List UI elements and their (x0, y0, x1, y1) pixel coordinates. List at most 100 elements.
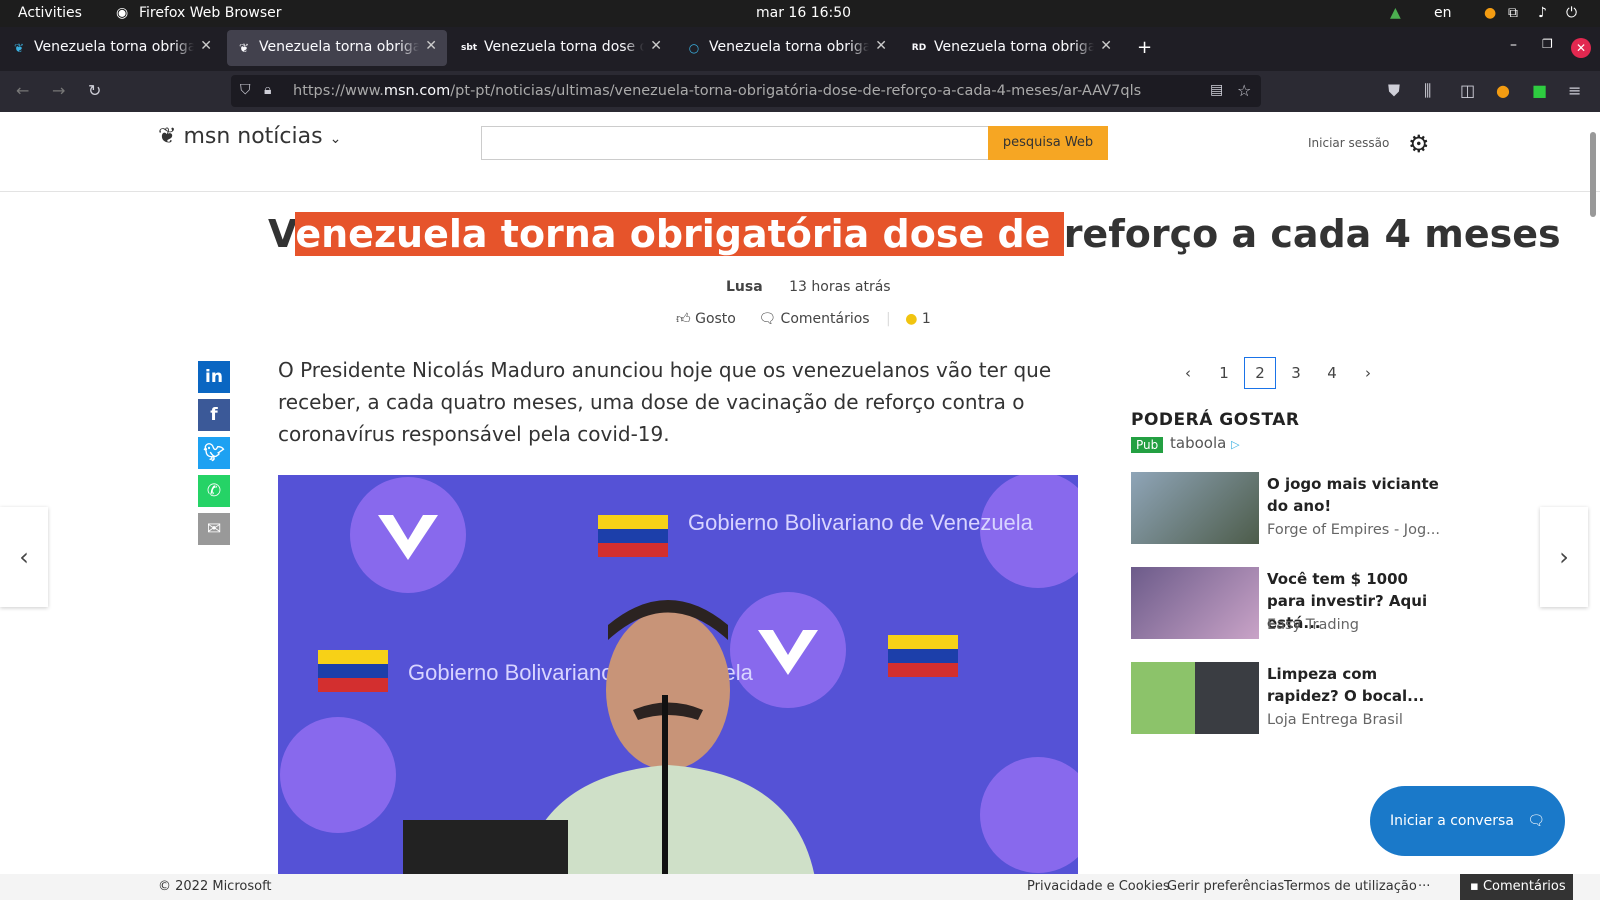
taboola-link[interactable]: taboola ▷ (1170, 434, 1240, 452)
search-web-button[interactable]: pesquisa Web (988, 126, 1108, 160)
next-article-button[interactable]: › (1540, 507, 1588, 607)
timestamp: 13 horas atrás (789, 279, 891, 295)
msn-icon: ❦ (13, 41, 25, 55)
author[interactable]: Lusa (726, 279, 763, 295)
circle-icon: ○ (688, 41, 700, 55)
article-photo: Gobierno Bolivariano de Venezuela Gobier… (278, 475, 1078, 900)
chevron-right-icon[interactable]: › (1352, 358, 1384, 390)
extension-green-icon[interactable]: ■ (1532, 81, 1547, 100)
ad-badge: Pub (1131, 437, 1164, 453)
power-icon[interactable]: ⏻ (1566, 5, 1577, 21)
pocket-icon[interactable]: ⛊ (1388, 81, 1400, 101)
facebook-share-button[interactable]: f (198, 399, 230, 431)
recommendation-image[interactable] (1131, 662, 1259, 734)
back-icon[interactable]: ← (16, 81, 29, 100)
whatsapp-share-button[interactable]: ✆ (198, 475, 230, 507)
clock[interactable]: mar 16 16:50 (756, 5, 851, 21)
update-icon[interactable]: ▲ (1390, 5, 1401, 21)
hamburger-menu-icon[interactable]: ≡ (1568, 81, 1581, 100)
photo-banner-text: Gobierno Bolivariano de Venezuela (688, 510, 1034, 535)
play-icon: ▷ (1231, 438, 1240, 451)
network-icon[interactable]: ⧉ (1508, 5, 1518, 21)
page-link-current[interactable]: 2 (1244, 357, 1276, 389)
recommendation-title[interactable]: Limpeza com rapidez? O bocal... (1267, 663, 1442, 707)
search-input[interactable] (481, 126, 990, 160)
preferences-link[interactable]: Gerir preferências (1167, 879, 1284, 894)
tab-title: Venezuela torna obrigatória (34, 39, 194, 55)
extension-icon[interactable]: ● (1496, 81, 1510, 100)
shield-icon[interactable]: ⛉ (240, 82, 251, 98)
email-icon: ✉ (206, 519, 222, 539)
tab-3[interactable]: sbt Venezuela torna dose de reforço ✕ (452, 30, 672, 66)
page-link[interactable]: 3 (1280, 358, 1312, 390)
navigation-bar: ← → ↻ ⛉ 🔒︎ https://www.msn.com/pt-pt/not… (0, 71, 1600, 112)
terms-link[interactable]: Termos de utilização (1284, 879, 1417, 894)
close-icon[interactable]: ✕ (875, 38, 887, 54)
scrollbar-thumb[interactable] (1590, 132, 1596, 217)
library-icon[interactable]: ⫼ (1424, 81, 1431, 101)
lock-icon[interactable]: 🔒︎ (264, 82, 271, 98)
article-body: O Presidente Nicolás Maduro anunciou hoj… (278, 358, 1052, 446)
url-bar[interactable]: ⛉ 🔒︎ https://www.msn.com/pt-pt/noticias/… (231, 75, 1261, 107)
more-link[interactable]: ··· (1418, 879, 1430, 894)
activities-button[interactable]: Activities (18, 5, 82, 21)
tab-4[interactable]: ○ Venezuela torna obrigatória ✕ (677, 30, 897, 66)
start-chat-button[interactable]: Iniciar a conversa 🗨︎ (1370, 786, 1565, 856)
notification-dot-icon[interactable]: ● (1484, 5, 1496, 21)
comment-icon: 🗨︎ (758, 311, 777, 327)
page-link[interactable]: 1 (1208, 358, 1240, 390)
restore-icon[interactable]: ❐ (1542, 37, 1553, 51)
recommendation-source[interactable]: Forge of Empires - Jog... (1267, 522, 1442, 538)
tab-title: Venezuela torna obrigatória (934, 39, 1094, 55)
article-headline: Venezuela torna obrigatória dose de refo… (268, 212, 1561, 256)
reactions-button[interactable]: ● 1 (905, 311, 931, 327)
chevron-left-icon[interactable]: ‹ (1172, 358, 1204, 390)
email-share-button[interactable]: ✉ (198, 513, 230, 545)
close-icon[interactable]: ✕ (200, 38, 212, 54)
byline: Lusa 13 horas atrás (726, 279, 891, 295)
bookmark-star-icon[interactable]: ☆ (1237, 81, 1251, 100)
new-tab-icon[interactable]: + (1137, 37, 1152, 58)
gear-icon[interactable]: ⚙ (1408, 130, 1430, 158)
chat-bubble-icon: 🗨︎ (1527, 813, 1546, 829)
tab-2[interactable]: ❦ Venezuela torna obrigatória ✕ (227, 30, 447, 66)
recommendation-source[interactable]: Easy Trading (1267, 617, 1442, 633)
article-actions: 👍︎ Gosto 🗨︎ Comentários | ● 1 (676, 311, 931, 327)
recommendation-title[interactable]: O jogo mais viciante do ano! (1267, 473, 1442, 517)
twitter-icon: 🐦︎ (203, 443, 225, 463)
like-button[interactable]: 👍︎ Gosto (676, 311, 736, 327)
twitter-share-button[interactable]: 🐦︎ (198, 437, 230, 469)
reload-icon[interactable]: ↻ (88, 81, 101, 100)
reader-view-icon[interactable]: ▤ (1210, 82, 1223, 98)
close-icon[interactable]: ✕ (1100, 38, 1112, 54)
volume-icon[interactable]: ♪ (1538, 5, 1547, 21)
msn-logo[interactable]: ❦ msn notícias ⌄ (158, 124, 341, 149)
close-icon[interactable]: ✕ (650, 38, 662, 54)
privacy-link[interactable]: Privacidade e Cookies (1027, 879, 1170, 894)
tab-5[interactable]: RD Venezuela torna obrigatória ✕ (902, 30, 1122, 66)
chevron-left-icon: ‹ (19, 543, 29, 571)
recommendation-source[interactable]: Loja Entrega Brasil (1267, 712, 1442, 728)
forward-icon[interactable]: → (52, 81, 65, 100)
url-text[interactable]: https://www.msn.com/pt-pt/noticias/ultim… (293, 83, 1141, 99)
close-window-icon[interactable]: ✕ (1571, 38, 1591, 58)
recommendations-heading: PODERÁ GOSTAR (1131, 410, 1300, 430)
recommendation-image[interactable] (1131, 567, 1259, 639)
language-indicator[interactable]: en (1434, 5, 1452, 21)
previous-article-button[interactable]: ‹ (0, 507, 48, 607)
app-menu[interactable]: Firefox Web Browser (139, 5, 282, 21)
page-link[interactable]: 4 (1316, 358, 1348, 390)
pagination: ‹ 1 2 3 4 › (1172, 357, 1388, 390)
close-icon[interactable]: ✕ (425, 38, 437, 54)
tab-1[interactable]: ❦ Venezuela torna obrigatória ✕ (2, 30, 222, 66)
rd-icon: RD (911, 43, 927, 53)
sidebar-icon[interactable]: ◫ (1460, 81, 1475, 100)
recommendation-image[interactable] (1131, 472, 1259, 544)
system-top-bar: Activities ◉ Firefox Web Browser mar 16 … (0, 0, 1600, 27)
linkedin-share-button[interactable]: in (198, 361, 230, 393)
comments-button[interactable]: 🗨︎ Comentários (758, 311, 869, 327)
feedback-button[interactable]: ▪ Comentários (1460, 874, 1573, 900)
signin-link[interactable]: Iniciar sessão (1308, 136, 1389, 150)
minimize-icon[interactable]: – (1510, 37, 1517, 53)
tab-title: Venezuela torna obrigatória (259, 39, 419, 55)
